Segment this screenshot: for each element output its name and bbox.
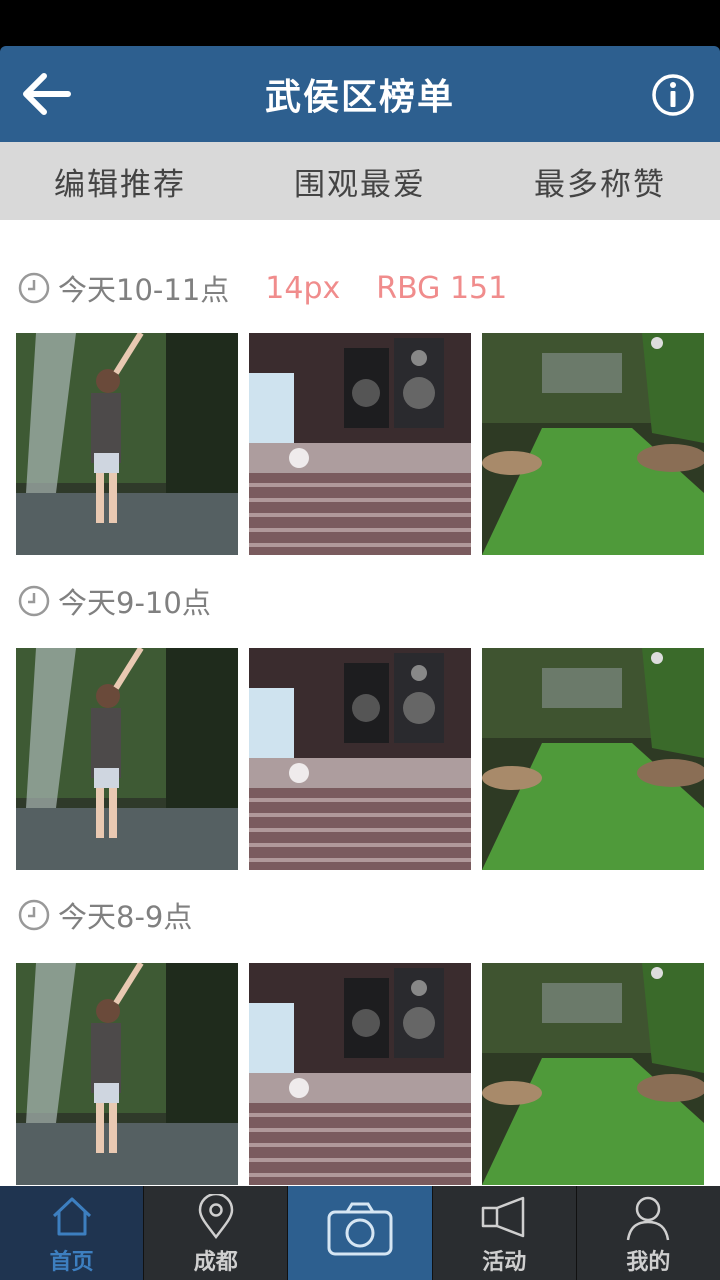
ranking-list: 今天10-11点 14px RBG 151 今天9-10点 今天8-9点	[0, 220, 720, 1186]
section-header: 今天8-9点	[18, 895, 192, 935]
photo-waterfall[interactable]	[16, 333, 238, 555]
photo-studio-mixer[interactable]	[249, 963, 471, 1185]
nav-home[interactable]: 首页	[0, 1186, 145, 1280]
section-header: 今天9-10点	[18, 581, 211, 621]
clock-icon	[18, 899, 50, 931]
nav-activity[interactable]: 活动	[433, 1186, 577, 1280]
photo-waterfall[interactable]	[16, 648, 238, 870]
location-pin-icon	[198, 1194, 234, 1240]
photo-studio-mixer[interactable]	[249, 333, 471, 555]
nav-city-label: 成都	[193, 1250, 238, 1275]
nav-home-label: 首页	[49, 1250, 94, 1275]
tab-bar: 编辑推荐 围观最爱 最多称赞	[0, 142, 720, 220]
clock-icon	[18, 585, 50, 617]
section-title: 今天9-10点	[58, 586, 211, 620]
info-icon[interactable]	[650, 72, 696, 118]
clock-icon	[18, 272, 50, 304]
section-title: 今天8-9点	[58, 900, 193, 934]
nav-activity-label: 活动	[482, 1250, 527, 1275]
user-icon	[627, 1196, 670, 1241]
camera-icon	[327, 1202, 393, 1256]
tab-editor-picks[interactable]: 编辑推荐	[0, 142, 240, 220]
tab-crowd-favorites[interactable]: 围观最爱	[240, 142, 480, 220]
top-nav-bar: 武侯区榜单	[0, 46, 720, 142]
bottom-tab-bar: 首页 成都 活动 我的	[0, 1186, 720, 1280]
photo-waterfall[interactable]	[16, 963, 238, 1185]
nav-profile[interactable]: 我的	[577, 1186, 720, 1280]
tab-most-praised[interactable]: 最多称赞	[480, 142, 720, 220]
status-bar	[0, 0, 720, 46]
photo-studio-mixer[interactable]	[249, 648, 471, 870]
nav-camera[interactable]	[288, 1186, 433, 1280]
photo-garden[interactable]	[482, 333, 704, 555]
annotation-font-size: 14px	[265, 270, 341, 306]
megaphone-icon	[481, 1196, 525, 1238]
nav-city[interactable]: 成都	[144, 1186, 289, 1280]
nav-profile-label: 我的	[626, 1250, 671, 1275]
page-title: 武侯区榜单	[264, 77, 455, 118]
section-header: 今天10-11点 14px RBG 151	[18, 268, 507, 308]
home-icon	[52, 1197, 91, 1236]
photo-garden[interactable]	[482, 963, 704, 1185]
back-arrow-icon[interactable]	[18, 70, 74, 118]
photo-garden[interactable]	[482, 648, 704, 870]
section-title: 今天10-11点	[58, 273, 230, 307]
annotation-color: RBG 151	[376, 270, 508, 306]
